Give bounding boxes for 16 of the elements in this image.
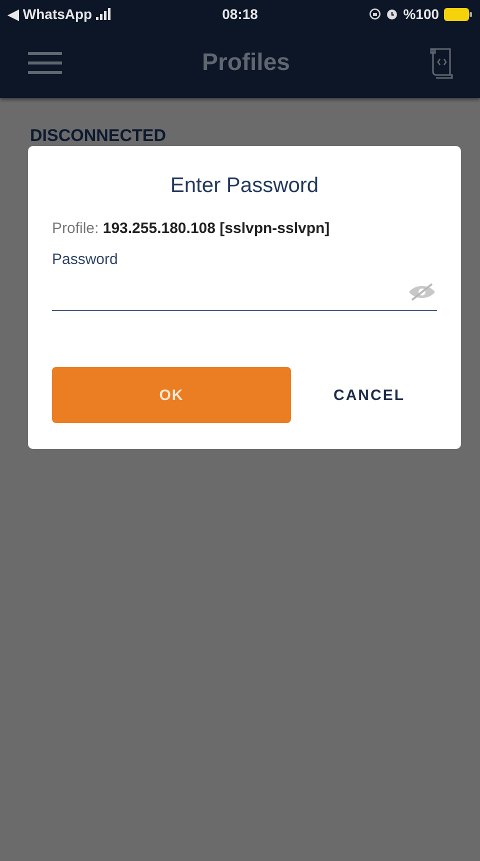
eye-off-icon[interactable]: [407, 283, 437, 301]
profile-text: Profile: 193.255.180.108 [sslvpn-sslvpn]: [52, 220, 331, 237]
document-code-icon[interactable]: [430, 47, 454, 79]
back-to-app-link[interactable]: ◀ WhatsApp: [8, 6, 92, 22]
connection-status: DISCONNECTED: [30, 126, 166, 145]
rotation-lock-icon: [369, 8, 382, 20]
dialog-title: Enter Password: [170, 174, 319, 198]
field-label: Password: [52, 251, 118, 268]
app-bar-title: Profiles: [202, 49, 290, 76]
alarm-icon: [386, 8, 398, 20]
clock-time: 08:18: [222, 6, 258, 22]
signal-icon: [96, 8, 112, 20]
menu-icon[interactable]: [28, 52, 62, 74]
battery-percent: %100: [403, 6, 440, 22]
cancel-button[interactable]: CANCEL: [328, 380, 411, 410]
battery-icon: [444, 8, 472, 20]
